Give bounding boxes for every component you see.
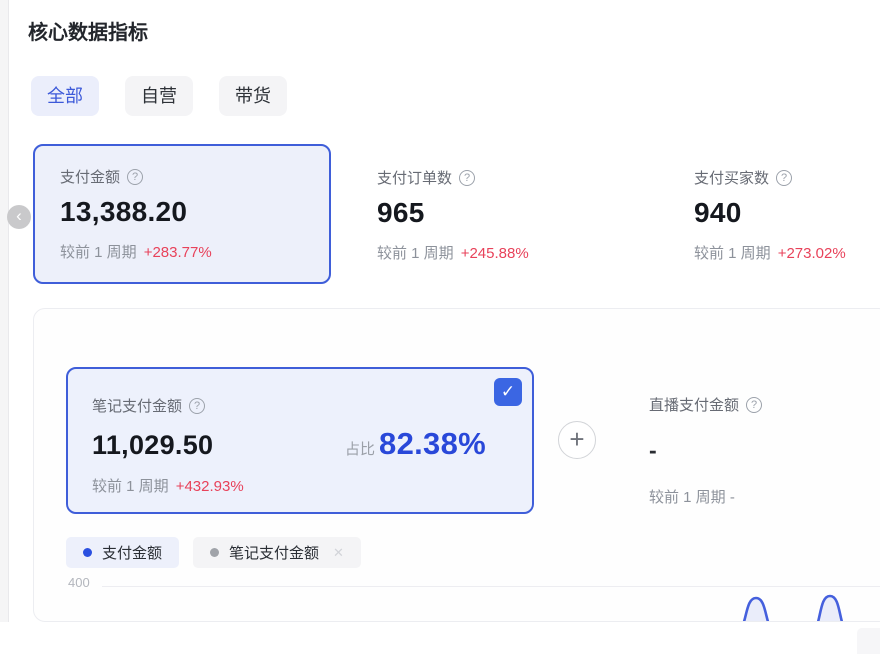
- carousel-prev-icon[interactable]: ‹: [7, 205, 31, 229]
- change-value: -: [730, 489, 735, 506]
- ratio-value: 82.38%: [379, 426, 486, 462]
- sub-metric-value: -: [649, 437, 762, 464]
- legend-dot-gray: [210, 548, 219, 557]
- page-title: 核心数据指标: [28, 16, 148, 45]
- metric-payment-buyers[interactable]: 支付买家数 ? 940 较前 1 周期 +273.02%: [694, 167, 846, 263]
- metric-label: 支付金额: [60, 166, 120, 187]
- compare-label: 较前 1 周期: [60, 244, 137, 261]
- change-value: +283.77%: [144, 244, 212, 261]
- close-icon[interactable]: ✕: [333, 545, 344, 561]
- floating-corner-widget[interactable]: [857, 628, 880, 654]
- dashboard-core-metrics: 核心数据指标 全部 自营 带货 支付金额 ? 13,388.20 较前 1 周期…: [0, 0, 880, 654]
- change-value: +273.02%: [778, 245, 846, 262]
- sub-metric-card-note-payment[interactable]: 笔记支付金额 ? 11,029.50 占比 82.38% 较前 1 周期 +432…: [66, 367, 534, 514]
- ratio-label: 占比: [345, 438, 375, 459]
- chart-legend: 支付金额 笔记支付金额 ✕: [66, 537, 361, 568]
- scope-tabs: 全部 自营 带货: [31, 76, 287, 116]
- metric-label: 支付买家数: [694, 167, 769, 188]
- metric-payment-orders[interactable]: 支付订单数 ? 965 较前 1 周期 +245.88%: [377, 167, 529, 263]
- help-icon[interactable]: ?: [459, 170, 475, 186]
- legend-dot-blue: [83, 548, 92, 557]
- line-chart[interactable]: [34, 579, 880, 622]
- chart-detail-card: 笔记支付金额 ? 11,029.50 占比 82.38% 较前 1 周期 +432…: [33, 308, 880, 622]
- change-value: +432.93%: [176, 478, 244, 495]
- help-icon[interactable]: ?: [189, 398, 205, 414]
- left-edge-strip: [0, 0, 9, 622]
- help-icon[interactable]: ?: [127, 169, 143, 185]
- legend-item-payment-amount[interactable]: 支付金额: [66, 537, 179, 568]
- metric-label: 支付订单数: [377, 167, 452, 188]
- checkbox-checked-icon[interactable]: ✓: [494, 378, 522, 406]
- metric-payment-amount: 支付金额 ? 13,388.20 较前 1 周期 +283.77%: [60, 166, 212, 262]
- sub-metric-label: 笔记支付金额: [92, 395, 182, 416]
- metric-card-payment-amount[interactable]: 支付金额 ? 13,388.20 较前 1 周期 +283.77%: [33, 144, 331, 284]
- sub-metric-label: 直播支付金额: [649, 394, 739, 415]
- tab-affiliate[interactable]: 带货: [219, 76, 287, 116]
- ratio-block: 占比 82.38%: [345, 426, 486, 462]
- metric-value: 940: [694, 197, 846, 229]
- help-icon[interactable]: ?: [776, 170, 792, 186]
- legend-item-note-payment[interactable]: 笔记支付金额 ✕: [193, 537, 361, 568]
- compare-label: 较前 1 周期: [649, 489, 726, 506]
- add-metric-button[interactable]: +: [558, 421, 596, 459]
- legend-label: 支付金额: [102, 542, 162, 563]
- compare-label: 较前 1 周期: [92, 478, 169, 495]
- metric-value: 13,388.20: [60, 196, 212, 228]
- tab-all[interactable]: 全部: [31, 76, 99, 116]
- chart-peak-2: [810, 596, 850, 622]
- compare-label: 较前 1 周期: [377, 245, 454, 262]
- compare-label: 较前 1 周期: [694, 245, 771, 262]
- tab-self-operated[interactable]: 自营: [125, 76, 193, 116]
- chart-peak-1: [735, 598, 777, 622]
- change-value: +245.88%: [461, 245, 529, 262]
- help-icon[interactable]: ?: [746, 397, 762, 413]
- sub-metric-value: 11,029.50: [92, 430, 213, 461]
- metric-value: 965: [377, 197, 529, 229]
- sub-metric-live-payment[interactable]: 直播支付金额 ? - 较前 1 周期 -: [649, 394, 762, 507]
- legend-label: 笔记支付金额: [229, 542, 319, 563]
